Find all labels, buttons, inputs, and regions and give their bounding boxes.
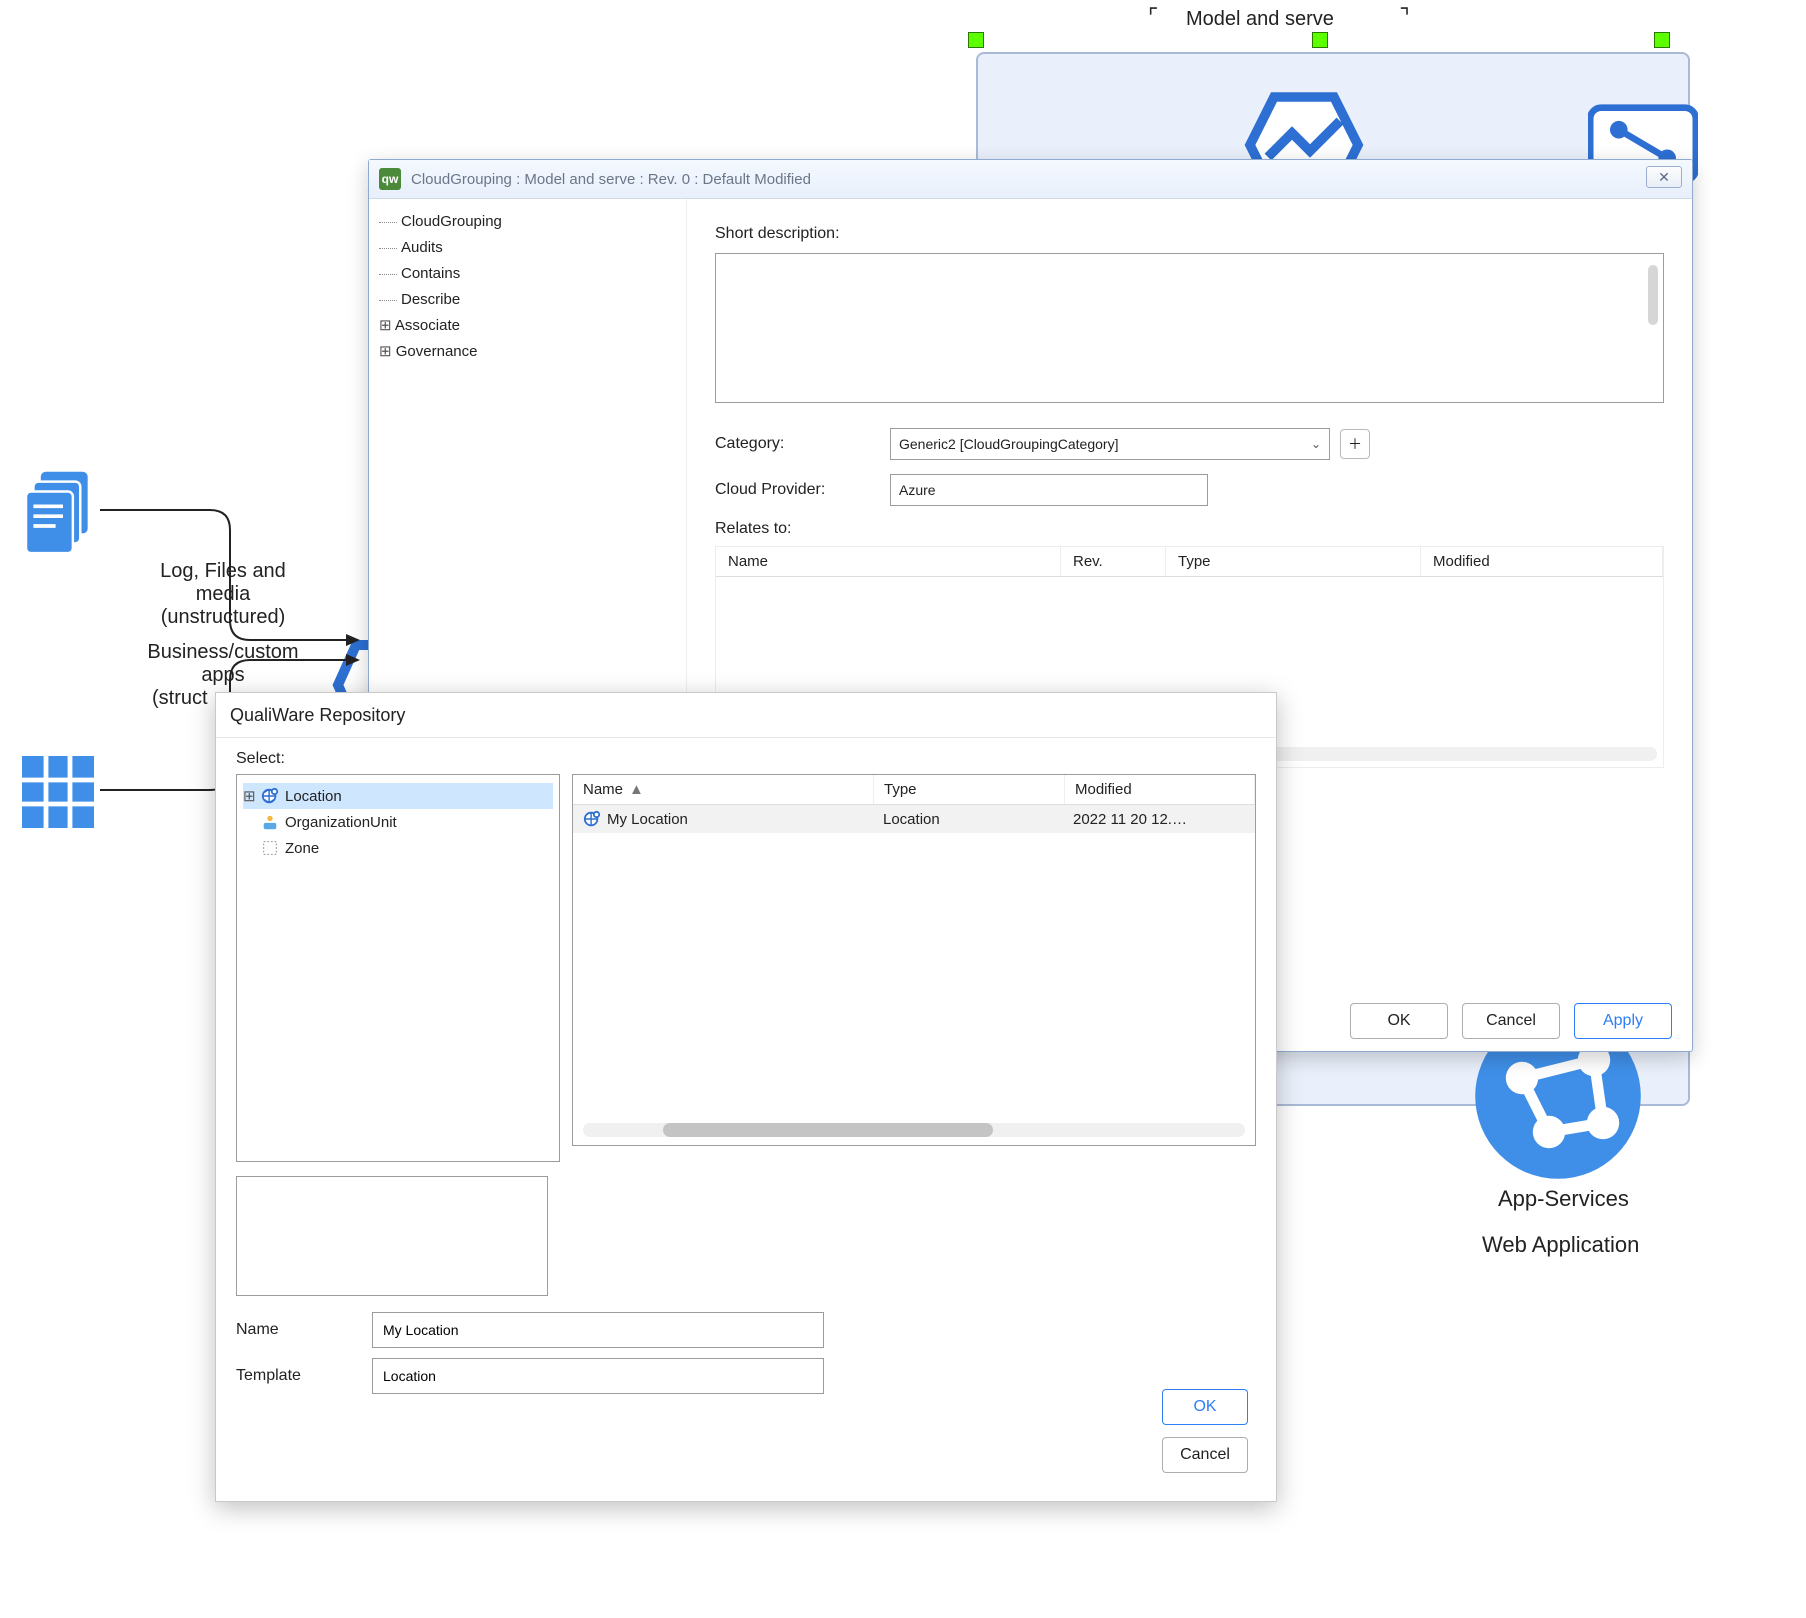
dialog2-titlebar[interactable]: QualiWare Repository [216, 693, 1276, 738]
sort-asc-icon: ▲ [629, 781, 644, 798]
dialog-title-text: CloudGrouping : Model and serve : Rev. 0… [411, 171, 811, 188]
cancel-button[interactable]: Cancel [1162, 1437, 1248, 1473]
name-input[interactable] [372, 1312, 824, 1348]
zone-icon [261, 839, 279, 857]
org-icon [261, 813, 279, 831]
selection-handle[interactable] [1312, 32, 1328, 48]
globe-pin-icon [261, 787, 279, 805]
nav-contains[interactable]: Contains [379, 261, 676, 287]
nav-governance[interactable]: Governance [379, 339, 676, 365]
ok-button[interactable]: OK [1350, 1003, 1448, 1039]
dialog-titlebar[interactable]: qw CloudGrouping : Model and serve : Rev… [369, 160, 1692, 199]
template-label: Template [236, 1367, 356, 1385]
close-button[interactable]: ✕ [1646, 166, 1682, 188]
name-label: Name [236, 1321, 356, 1339]
instance-list[interactable]: Name▲ Type Modified My Location Location… [572, 774, 1256, 1146]
list-header-type[interactable]: Type [874, 775, 1065, 804]
nav-describe[interactable]: Describe [379, 287, 676, 313]
app-services-label: App-Services [1498, 1186, 1629, 1212]
textarea-scrollbar[interactable] [1648, 265, 1658, 325]
dialog2-title-text: QualiWare Repository [230, 705, 405, 726]
category-value: Generic2 [CloudGroupingCategory] [899, 436, 1118, 452]
select-label: Select: [216, 738, 1276, 774]
add-category-button[interactable]: ＋ [1340, 429, 1370, 459]
grid-header-type[interactable]: Type [1166, 547, 1421, 576]
category-dropdown[interactable]: Generic2 [CloudGroupingCategory] ⌄ [890, 428, 1330, 460]
template-input[interactable] [372, 1358, 824, 1394]
list-row[interactable]: My Location Location 2022 11 20 12.… [573, 805, 1255, 833]
grid-header-modified[interactable]: Modified [1421, 547, 1663, 576]
nav-associate[interactable]: Associate [379, 313, 676, 339]
tree-item-location[interactable]: ⊞ Location [243, 783, 553, 809]
type-tree[interactable]: ⊞ Location ⊞ OrganizationUnit ⊞ Zone [236, 774, 560, 1162]
apply-button[interactable]: Apply [1574, 1003, 1672, 1039]
short-desc-label: Short description: [715, 225, 890, 243]
list-header-name[interactable]: Name▲ [573, 775, 874, 804]
grid-header-name[interactable]: Name [716, 547, 1061, 576]
globe-pin-icon [583, 810, 601, 828]
qualiware-repository-dialog: QualiWare Repository Select: ⊞ Location … [215, 692, 1277, 1502]
category-label: Category: [715, 435, 890, 453]
group-label: Model and serve [1186, 8, 1334, 31]
selection-handle[interactable] [1654, 32, 1670, 48]
short-description-textarea[interactable] [715, 253, 1664, 403]
qw-app-icon: qw [379, 168, 401, 190]
grid-header-rev[interactable]: Rev. [1061, 547, 1166, 576]
tree-item-organizationunit[interactable]: ⊞ OrganizationUnit [243, 809, 553, 835]
grid-icon [22, 756, 94, 828]
cloud-provider-input[interactable]: Azure [890, 474, 1208, 506]
tree-item-zone[interactable]: ⊞ Zone [243, 835, 553, 861]
list-scroll-thumb[interactable] [663, 1123, 993, 1137]
cloud-provider-label: Cloud Provider: [715, 481, 890, 499]
relates-to-label: Relates to: [715, 520, 890, 538]
cancel-button[interactable]: Cancel [1462, 1003, 1560, 1039]
app-services-sublabel: Web Application [1482, 1232, 1639, 1258]
documents-icon [26, 466, 100, 554]
preview-pane [236, 1176, 548, 1296]
nav-cloudgrouping[interactable]: CloudGrouping [379, 209, 676, 235]
selection-handle[interactable] [968, 32, 984, 48]
diagram-canvas: ⌜⌝ Model and serve App-Services Web Appl… [0, 0, 1806, 1618]
chevron-down-icon: ⌄ [1311, 437, 1321, 451]
list-header-modified[interactable]: Modified [1065, 775, 1255, 804]
ok-button[interactable]: OK [1162, 1389, 1248, 1425]
nav-audits[interactable]: Audits [379, 235, 676, 261]
